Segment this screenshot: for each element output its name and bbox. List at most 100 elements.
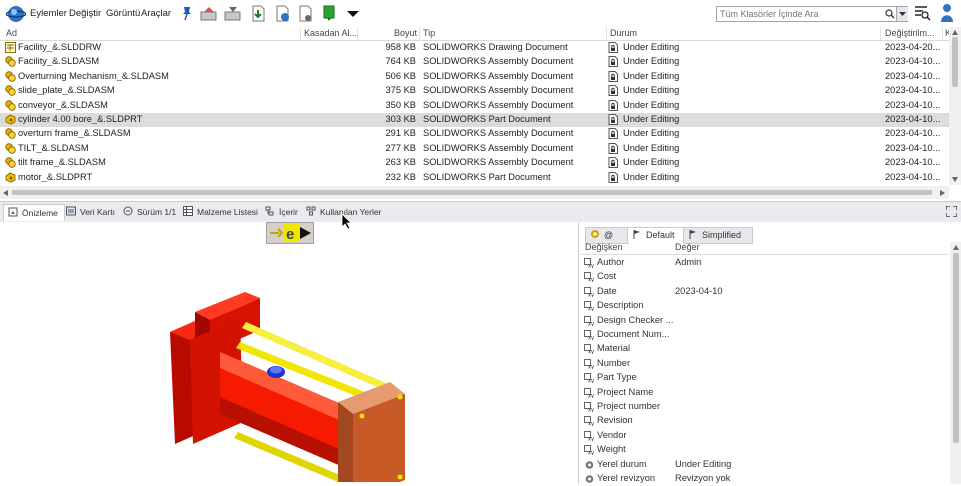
property-row[interactable]: xy Date 2023-04-10	[579, 285, 949, 299]
new-file-icon[interactable]	[296, 5, 314, 22]
lock-document-icon	[608, 70, 618, 82]
file-list: Facility_&.SLDDRW 958 KB SOLIDWORKS Drawin…	[0, 41, 949, 185]
property-row[interactable]: Yerel durum Under Editing	[579, 458, 949, 472]
column-divider[interactable]	[880, 27, 881, 40]
scroll-up-icon[interactable]	[952, 30, 958, 35]
app-globe-icon[interactable]	[6, 4, 26, 24]
menu-tools[interactable]: Araçlar	[141, 8, 171, 19]
column-state[interactable]: Durum	[610, 28, 637, 38]
file-row[interactable]: TILT_&.SLDASM 277 KB SOLIDWORKS Assembly D…	[0, 142, 949, 156]
file-row[interactable]: Facility_&.SLDASM 764 KB SOLIDWORKS Assemb…	[0, 55, 949, 69]
tab-version[interactable]: Sürüm 1/1	[123, 204, 176, 220]
property-row[interactable]: xy Description	[579, 299, 949, 313]
assembly-file-icon	[5, 56, 16, 68]
file-row[interactable]: overturn frame_&.SLDASM 291 KB SOLIDWORKS …	[0, 127, 949, 141]
column-type[interactable]: Tip	[423, 28, 435, 38]
search-input[interactable]	[717, 7, 880, 21]
file-type: SOLIDWORKS Part Document	[423, 171, 551, 182]
search-panel-icon[interactable]	[913, 4, 931, 21]
column-divider[interactable]	[300, 27, 301, 40]
file-list-horizontal-scrollbar[interactable]	[0, 186, 949, 199]
svg-text:xy: xy	[588, 336, 594, 341]
get-latest-icon[interactable]	[249, 5, 267, 22]
property-value[interactable]: Under Editing	[675, 459, 731, 469]
search-scope-dropdown[interactable]	[896, 7, 908, 21]
svg-text:xy: xy	[588, 408, 594, 413]
file-modified: 2023-04-10...	[885, 85, 941, 96]
tab-preview[interactable]: Önizleme	[3, 204, 65, 221]
checkout-icon[interactable]	[199, 5, 219, 22]
file-row[interactable]: conveyor_&.SLDASM 350 KB SOLIDWORKS Assemb…	[0, 99, 949, 113]
get-version-icon[interactable]	[273, 5, 291, 22]
property-row[interactable]: xy Project number	[579, 400, 949, 414]
scroll-right-icon[interactable]	[940, 190, 945, 196]
file-type: SOLIDWORKS Assembly Document	[423, 56, 574, 67]
file-row[interactable]: tilt frame_&.SLDASM 263 KB SOLIDWORKS Asse…	[0, 156, 949, 170]
property-row[interactable]: xy Document Num...	[579, 328, 949, 342]
column-divider[interactable]	[357, 27, 358, 40]
file-size: 350 KB	[385, 99, 417, 110]
scroll-thumb[interactable]	[953, 253, 959, 443]
file-row[interactable]: Facility_&.SLDDRW 958 KB SOLIDWORKS Drawin…	[0, 41, 949, 55]
property-row[interactable]: xy Design Checker ...	[579, 314, 949, 328]
scroll-thumb[interactable]	[952, 37, 958, 87]
file-name: slide_plate_&.SLDASM	[18, 85, 115, 96]
column-modified[interactable]: Değiştirilm...	[885, 28, 935, 38]
properties-header: Değişken Değer	[581, 241, 949, 255]
tab-bom[interactable]: Malzeme Listesi	[183, 204, 258, 220]
file-row[interactable]: Overturning Mechanism_&.SLDASM 506 KB SOLI…	[0, 70, 949, 84]
column-divider[interactable]	[419, 27, 420, 40]
menu-actions[interactable]: Eylemler	[30, 8, 67, 19]
maximize-icon[interactable]	[946, 206, 957, 217]
more-dropdown-icon[interactable]	[344, 5, 362, 22]
property-row[interactable]: xy Material	[579, 342, 949, 356]
file-row[interactable]: motor_&.SLDPRT 232 KB SOLIDWORKS Part Docu…	[0, 171, 949, 185]
file-list-vertical-scrollbar[interactable]	[949, 27, 961, 185]
variable-icon: xy	[584, 330, 594, 341]
column-checkedout[interactable]: Kasadan Al...	[304, 28, 357, 38]
user-icon[interactable]	[940, 3, 954, 23]
scroll-left-icon[interactable]	[3, 190, 8, 196]
arrow-right-icon[interactable]	[269, 226, 283, 240]
scroll-up-icon[interactable]	[953, 245, 959, 250]
column-divider[interactable]	[606, 27, 607, 40]
column-size[interactable]: Boyut	[394, 28, 417, 38]
tab-datacard[interactable]: Veri Kartı	[66, 204, 115, 220]
green-book-icon[interactable]	[320, 5, 338, 22]
tab-contains[interactable]: İçerir	[265, 204, 298, 220]
property-value[interactable]: 2023-04-10	[675, 286, 723, 296]
property-value[interactable]: Revizyon yok	[675, 473, 730, 483]
property-row[interactable]: xy Number	[579, 357, 949, 371]
column-name[interactable]: Ad	[6, 28, 17, 38]
edrawings-icon[interactable]: e	[283, 224, 299, 242]
file-row[interactable]: cylinder 4.00 bore_&.SLDPRT 303 KB SOLIDWO…	[0, 113, 949, 128]
scroll-down-icon[interactable]	[952, 177, 958, 182]
mouse-cursor-icon	[341, 213, 352, 230]
file-row[interactable]: slide_plate_&.SLDASM 375 KB SOLIDWORKS Ass…	[0, 84, 949, 98]
column-divider[interactable]	[942, 27, 943, 40]
property-name: Material	[597, 343, 631, 354]
file-state: Under Editing	[623, 128, 680, 139]
property-value[interactable]: Admin	[675, 257, 701, 267]
column-value[interactable]: Değer	[675, 242, 700, 252]
property-row[interactable]: xy Weight	[579, 443, 949, 457]
property-row[interactable]: xy Revision	[579, 414, 949, 428]
property-row[interactable]: xy Vendor	[579, 429, 949, 443]
property-row[interactable]: xy Project Name	[579, 386, 949, 400]
property-row[interactable]: xy Part Type	[579, 371, 949, 385]
scroll-thumb[interactable]	[12, 190, 932, 195]
property-row[interactable]: xy Author Admin	[579, 256, 949, 270]
properties-scrollbar[interactable]	[950, 242, 961, 484]
drawing-file-icon	[5, 42, 16, 53]
play-icon[interactable]	[300, 227, 311, 239]
column-variable[interactable]: Değişken	[585, 242, 623, 252]
lock-document-icon	[608, 114, 618, 125]
search-icon[interactable]	[885, 9, 895, 19]
svg-text:xy: xy	[588, 379, 594, 384]
checkin-icon[interactable]	[223, 5, 243, 22]
menu-change[interactable]: Değiştir	[69, 8, 101, 19]
property-row[interactable]: xy Cost	[579, 270, 949, 284]
pin-icon[interactable]	[178, 5, 196, 22]
menu-view[interactable]: Görüntü	[106, 8, 140, 19]
lock-document-icon	[608, 128, 618, 140]
